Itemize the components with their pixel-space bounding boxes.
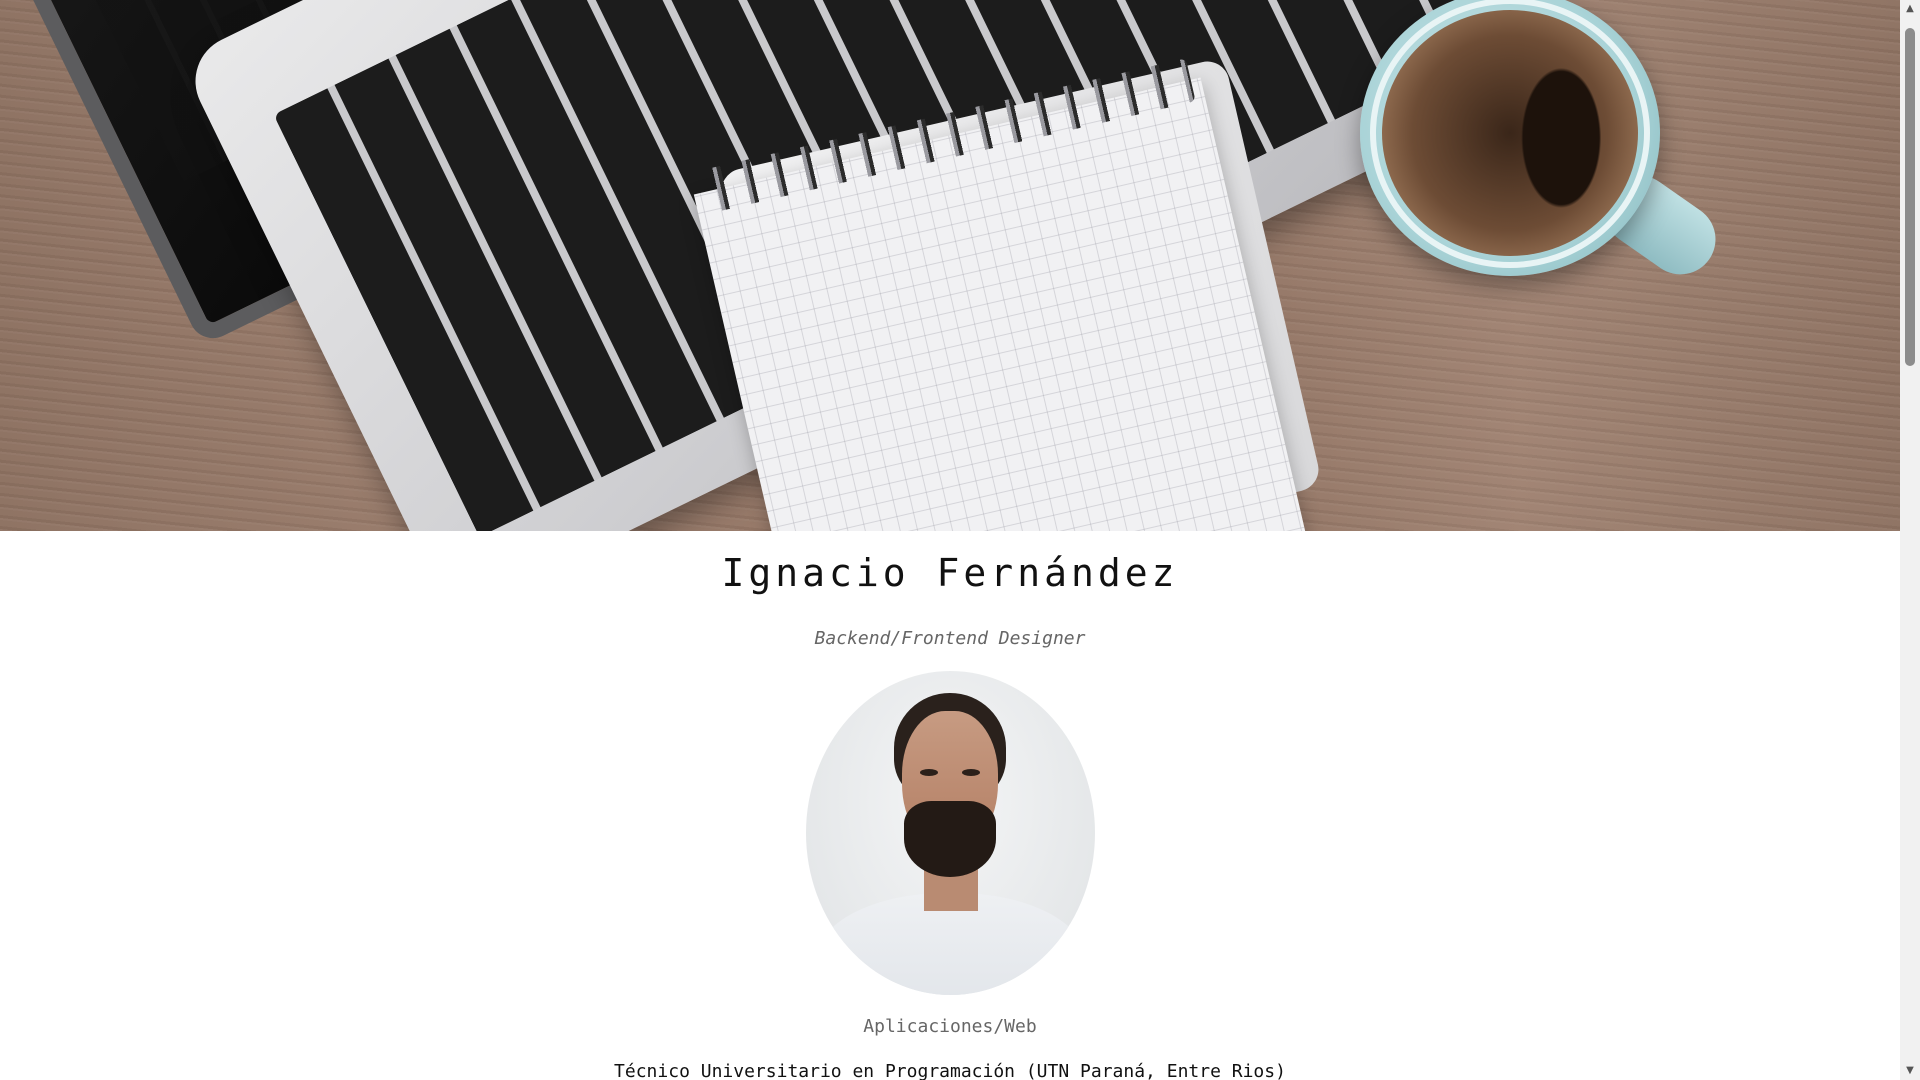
scroll-down-arrow-icon[interactable]: ▼ <box>1900 1062 1920 1080</box>
coffee-cup <box>1360 0 1660 276</box>
profile-education: Técnico Universitario en Programación (U… <box>614 1061 1286 1080</box>
profile-role: Backend/Frontend Designer <box>814 628 1086 649</box>
profile-name: Ignacio Fernández <box>721 551 1179 595</box>
hero-banner-image <box>0 0 1900 531</box>
profile-category: Aplicaciones/Web <box>863 1016 1037 1037</box>
page: Ignacio Fernández Backend/Frontend Desig… <box>0 0 1900 1080</box>
scrollbar-thumb[interactable] <box>1905 28 1915 366</box>
scroll-up-arrow-icon[interactable]: ▲ <box>1900 0 1920 18</box>
avatar <box>806 671 1095 995</box>
vertical-scrollbar[interactable]: ▲ ▼ <box>1900 0 1920 1080</box>
